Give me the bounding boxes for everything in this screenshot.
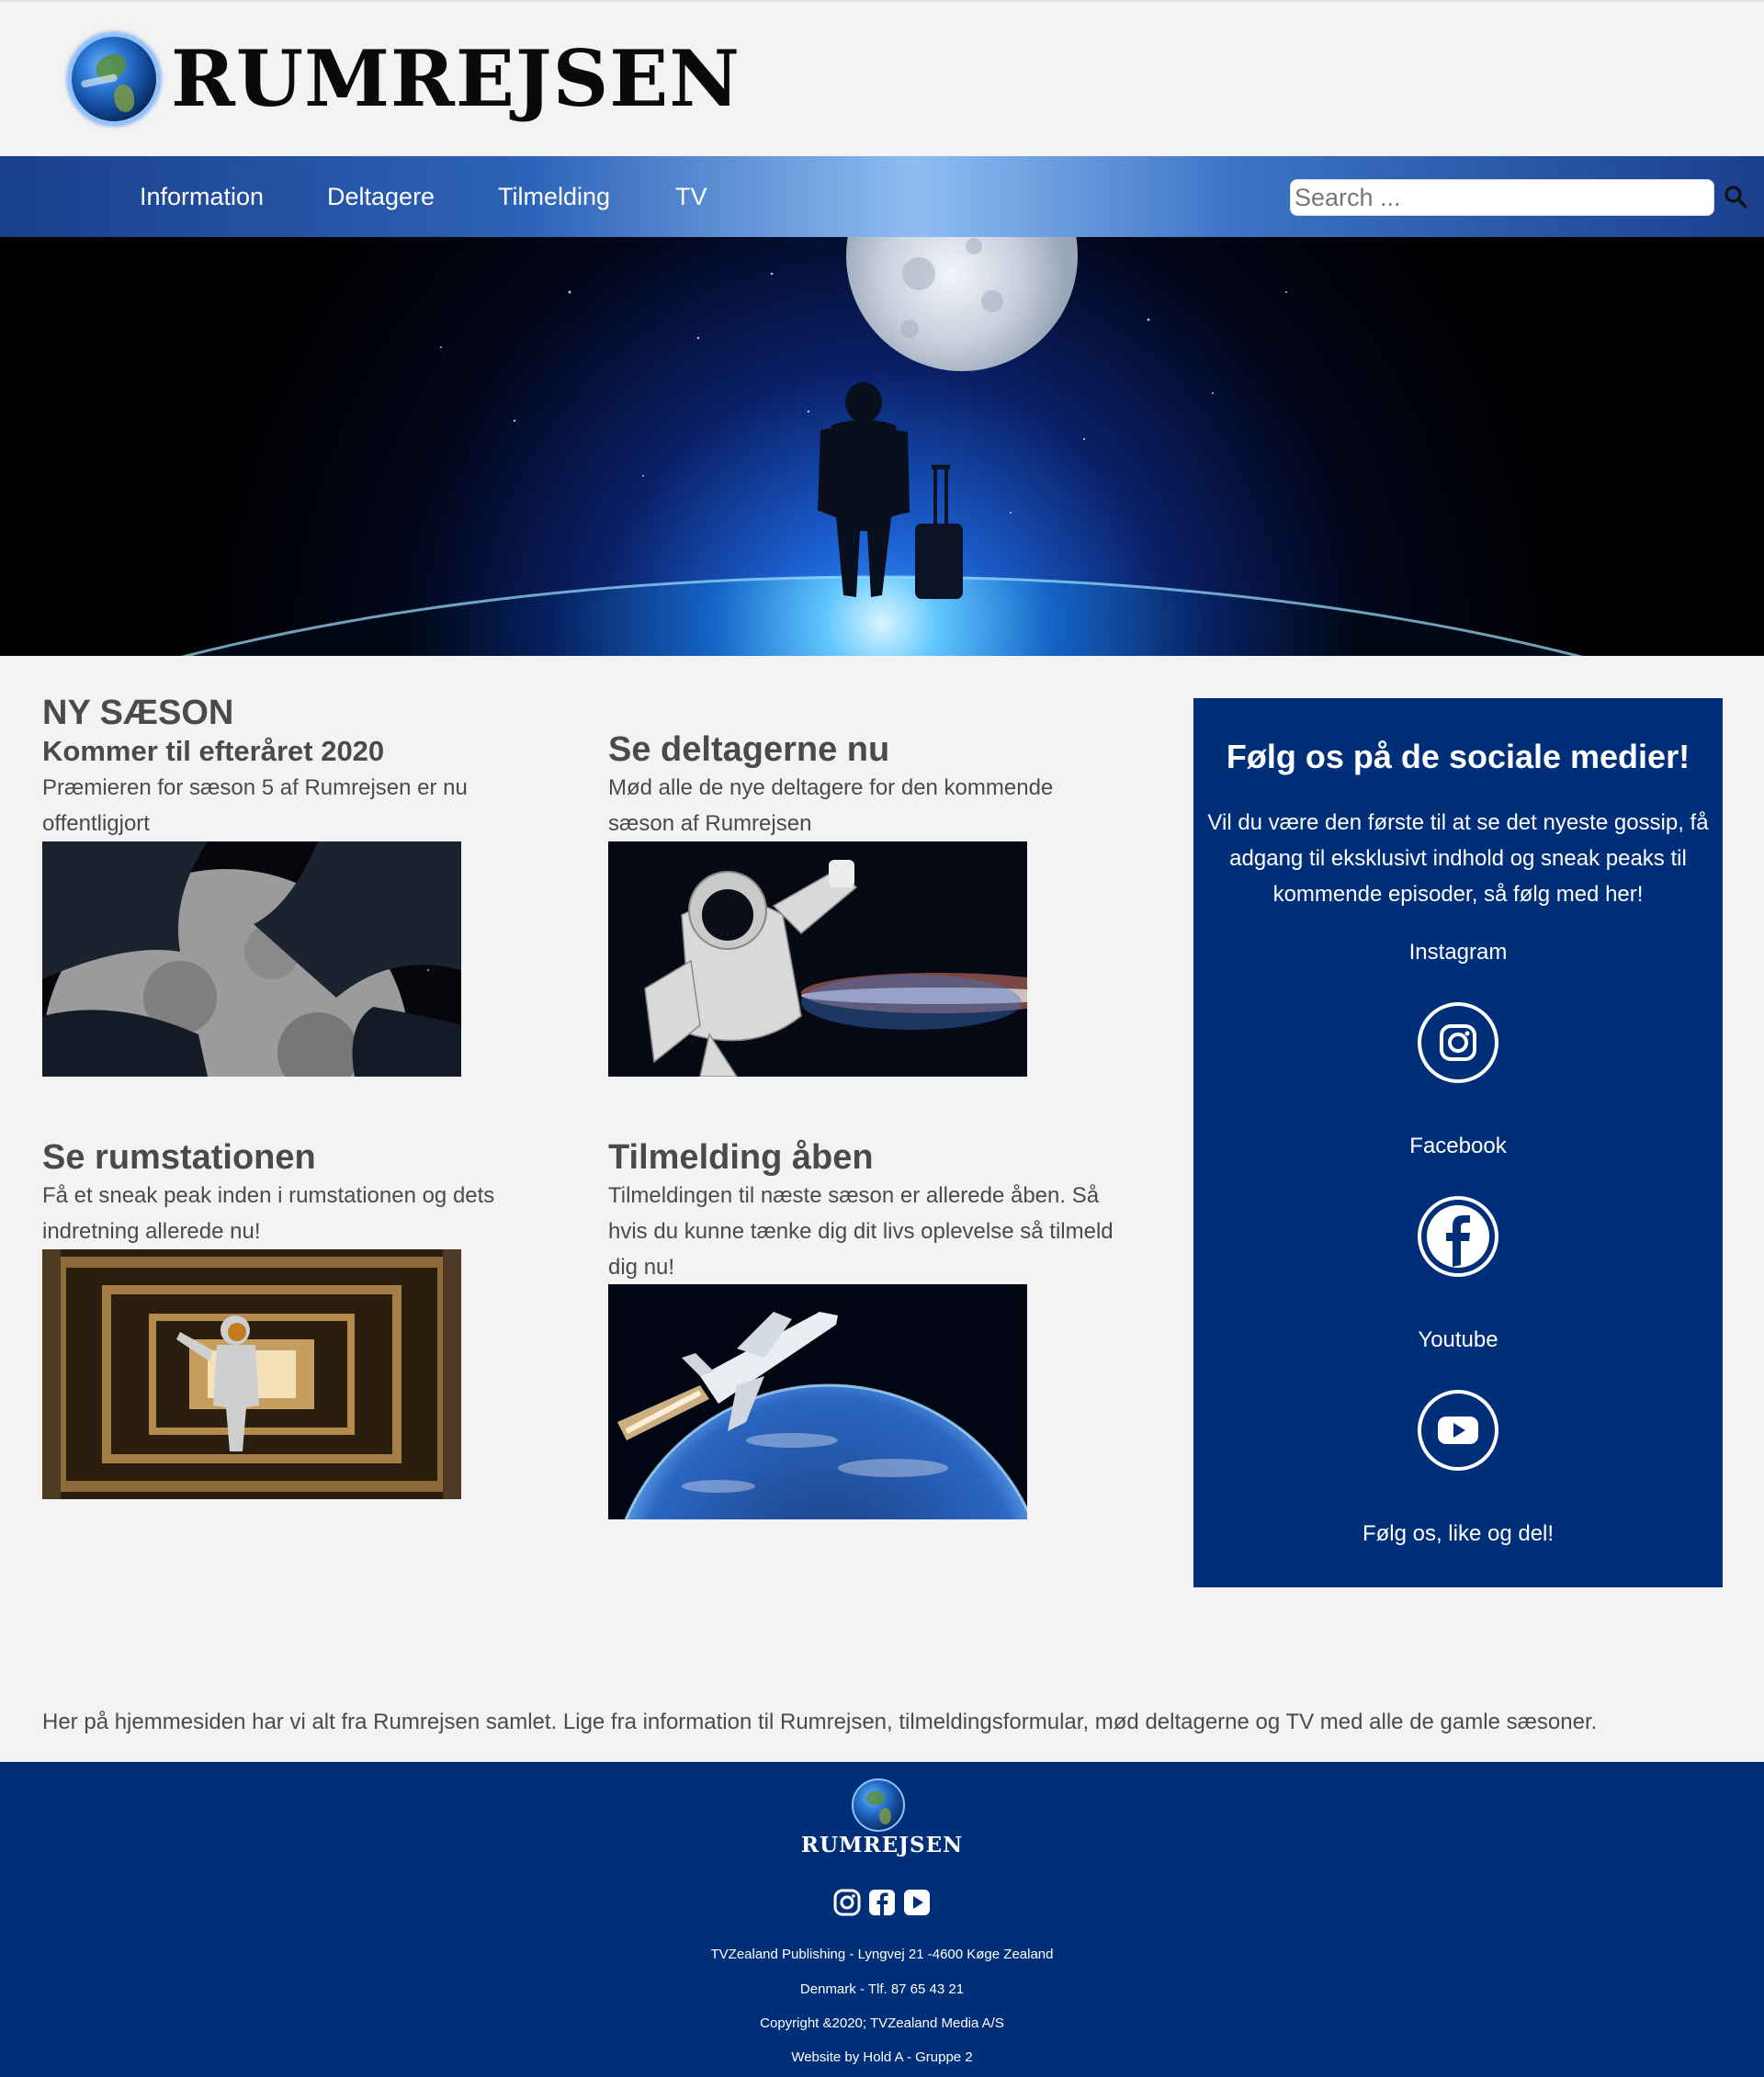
intro-text: Her på hjemmesiden har vi alt fra Rumrej…: [42, 1710, 1598, 1734]
moon-station-image[interactable]: [42, 841, 461, 1077]
instagram-icon[interactable]: [1417, 1001, 1499, 1084]
astronaut-image[interactable]: [608, 841, 1027, 1077]
card-text: Præmieren for sæson 5 af Rumrejsen er nu…: [42, 775, 468, 836]
card-title: Se deltagerne nu: [608, 730, 890, 769]
card-title: Se rumstationen: [42, 1138, 316, 1177]
card-text: Få et sneak peak inden i rumstationen og…: [42, 1183, 495, 1244]
footer-logo-wordmark[interactable]: RUMREJSEN: [0, 1832, 1764, 1859]
youtube-icon[interactable]: [902, 1888, 932, 1917]
card-new-season: NY SÆSON Kommer til efteråret 2020 Præmi…: [42, 693, 520, 1077]
hero-banner: [0, 237, 1764, 656]
facebook-icon[interactable]: [1417, 1195, 1499, 1278]
site-footer: RUMREJSEN TVZealand Publishing - Lyngvej…: [0, 1762, 1764, 2077]
social-title: Følg os på de sociale medier!: [1226, 738, 1690, 775]
logo-wordmark: RUMREJSEN: [171, 33, 741, 124]
youtube-label[interactable]: Youtube: [1193, 1326, 1723, 1354]
social-text: Vil du være den første til at se det nye…: [1207, 810, 1709, 907]
space-shuttle-image[interactable]: [608, 1284, 1027, 1519]
footer-contact: Denmark - Tlf. 87 65 43 21: [799, 1981, 965, 1997]
search-icon[interactable]: [1724, 185, 1747, 209]
card-signup-open: Tilmelding åben Tilmeldingen til næste s…: [608, 1137, 1123, 1519]
card-title: Tilmelding åben: [608, 1138, 874, 1177]
footer-address: TVZealand Publishing - Lyngvej 21 -4600 …: [710, 1947, 1054, 1962]
footer-social-icons: [832, 1888, 932, 1919]
social-follow-text: Følg os, like og del!: [1362, 1521, 1555, 1546]
nav-item-tv[interactable]: TV: [675, 178, 707, 215]
social-media-panel: Følg os på de sociale medier! Vil du vær…: [1193, 698, 1723, 1587]
card-space-station: Se rumstationen Få et sneak peak inden i…: [42, 1137, 557, 1499]
hero-astronaut-image: [0, 237, 1764, 656]
instagram-label[interactable]: Instagram: [1193, 939, 1723, 966]
footer-credit: Website by Hold A - Gruppe 2: [791, 2049, 973, 2065]
footer-copyright: Copyright &2020; TVZealand Media A/S: [760, 2015, 1004, 2031]
facebook-label[interactable]: Facebook: [1193, 1133, 1723, 1160]
globe-logo-icon: [68, 33, 160, 125]
station-corridor-image[interactable]: [42, 1249, 461, 1499]
search-field[interactable]: [1290, 179, 1714, 216]
nav-item-tilmelding[interactable]: Tilmelding: [498, 178, 610, 215]
main-nav: Information Deltagere Tilmelding TV: [0, 156, 1764, 237]
card-text: Mød alle de nye deltagere for den kommen…: [608, 775, 1054, 836]
instagram-icon[interactable]: [832, 1888, 862, 1917]
facebook-icon[interactable]: [867, 1888, 897, 1917]
search-input[interactable]: [1291, 180, 1713, 215]
youtube-icon[interactable]: [1417, 1389, 1499, 1472]
card-text: Tilmeldingen til næste sæson er allerede…: [608, 1183, 1114, 1280]
footer-globe-icon: [852, 1778, 905, 1832]
nav-item-information[interactable]: Information: [140, 178, 264, 215]
card-title: NY SÆSON: [42, 694, 234, 732]
card-subtitle: Kommer til efteråret 2020: [42, 735, 385, 767]
site-logo[interactable]: RUMREJSEN: [68, 33, 740, 125]
nav-item-deltagere[interactable]: Deltagere: [327, 178, 435, 215]
site-header: RUMREJSEN: [0, 0, 1764, 156]
card-participants: Se deltagerne nu Mød alle de nye deltage…: [608, 729, 1123, 1077]
